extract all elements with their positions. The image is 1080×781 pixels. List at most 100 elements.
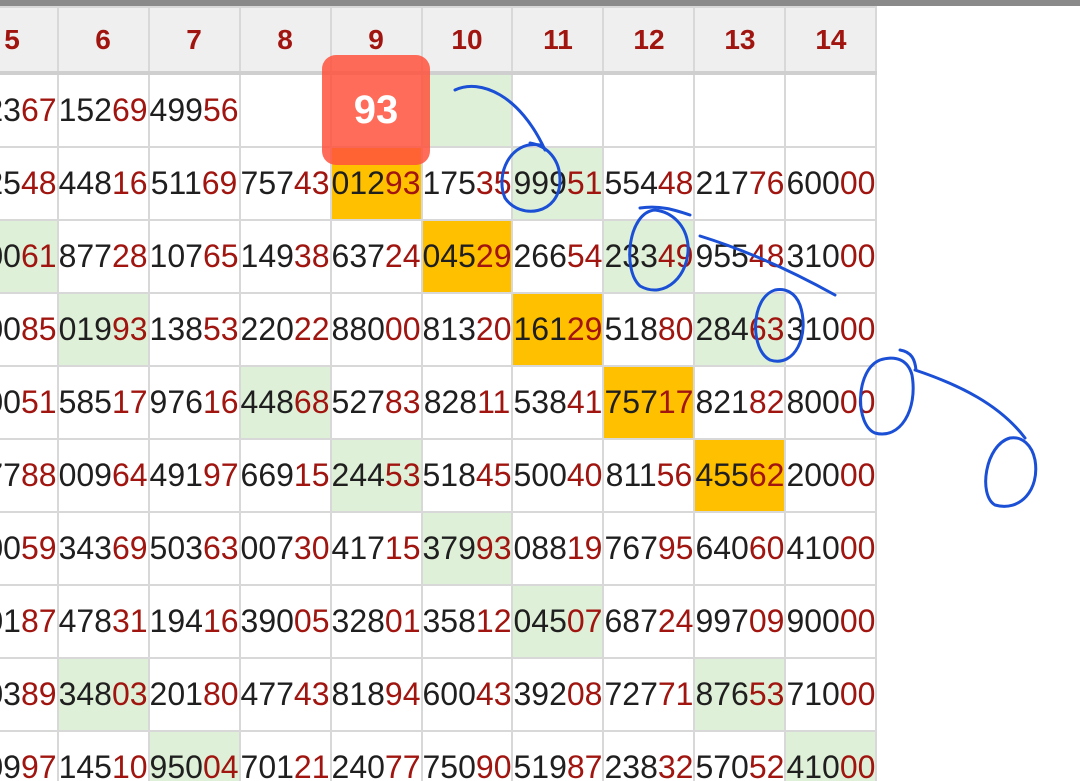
table-cell[interactable]: 50363 xyxy=(147,511,241,586)
table-cell[interactable]: 31000 xyxy=(784,292,878,367)
table-cell[interactable]: 00964 xyxy=(56,438,150,513)
table-cell[interactable]: 66915 xyxy=(238,438,332,513)
table-cell[interactable]: 71000 xyxy=(784,657,878,732)
table-cell[interactable]: 37993 xyxy=(420,511,514,586)
table-cell[interactable]: 68724 xyxy=(602,584,696,659)
table-cell[interactable]: 60000 xyxy=(784,146,878,221)
table-cell[interactable]: 82182 xyxy=(693,365,787,440)
table-cell[interactable]: 75717 xyxy=(602,365,696,440)
table-cell[interactable]: 20059 xyxy=(0,511,59,586)
table-cell[interactable]: 51987 xyxy=(511,730,605,781)
table-cell[interactable]: 44816 xyxy=(56,146,150,221)
table-cell[interactable]: 51880 xyxy=(602,292,696,367)
table-cell[interactable]: 22022 xyxy=(238,292,332,367)
table-cell[interactable]: 31000 xyxy=(784,219,878,294)
table-cell[interactable]: 23349 xyxy=(602,219,696,294)
table-cell[interactable]: 39005 xyxy=(238,584,332,659)
table-cell[interactable]: 14510 xyxy=(56,730,150,781)
table-cell[interactable]: 70121 xyxy=(238,730,332,781)
table-cell[interactable] xyxy=(602,72,696,148)
table-cell[interactable] xyxy=(238,72,332,148)
table-cell[interactable]: 52783 xyxy=(329,365,423,440)
table-cell[interactable]: 81320 xyxy=(420,292,514,367)
table-cell[interactable]: 58517 xyxy=(56,365,150,440)
table-cell[interactable]: 57052 xyxy=(693,730,787,781)
table-cell[interactable]: 64060 xyxy=(693,511,787,586)
table-cell[interactable]: 51845 xyxy=(420,438,514,513)
table-cell[interactable]: 47743 xyxy=(238,657,332,732)
table-cell[interactable]: 10061 xyxy=(0,219,59,294)
table-cell[interactable]: 44868 xyxy=(238,365,332,440)
table-cell[interactable]: 23832 xyxy=(602,730,696,781)
table-cell[interactable] xyxy=(693,72,787,148)
table-cell[interactable]: 30085 xyxy=(0,292,59,367)
table-cell[interactable]: 49956 xyxy=(147,72,241,148)
highlight-badge[interactable]: 93 xyxy=(322,55,430,165)
table-cell[interactable]: 51169 xyxy=(147,146,241,221)
table-cell[interactable]: 75743 xyxy=(238,146,332,221)
table-cell[interactable]: 47831 xyxy=(56,584,150,659)
table-cell[interactable]: 16129 xyxy=(511,292,605,367)
table-cell[interactable]: 15269 xyxy=(56,72,150,148)
table-cell[interactable]: 24077 xyxy=(329,730,423,781)
table-cell[interactable]: 39208 xyxy=(511,657,605,732)
table-cell[interactable]: 53841 xyxy=(511,365,605,440)
table-cell[interactable]: 26654 xyxy=(511,219,605,294)
table-cell[interactable]: 97616 xyxy=(147,365,241,440)
table-cell[interactable]: 10051 xyxy=(0,365,59,440)
table-cell[interactable]: 19416 xyxy=(147,584,241,659)
table-cell[interactable]: 95548 xyxy=(693,219,787,294)
table-cell[interactable]: 30187 xyxy=(0,584,59,659)
table-cell[interactable]: 75090 xyxy=(420,730,514,781)
table-cell[interactable]: 87728 xyxy=(56,219,150,294)
table-cell[interactable]: 35812 xyxy=(420,584,514,659)
table-cell[interactable]: 50040 xyxy=(511,438,605,513)
table-cell[interactable]: 81894 xyxy=(329,657,423,732)
table-cell[interactable]: 76795 xyxy=(602,511,696,586)
table-cell[interactable]: 20180 xyxy=(147,657,241,732)
results-grid-viewport[interactable]: 4567891011121314 12367152694995632548448… xyxy=(0,0,1080,781)
table-cell[interactable]: 34803 xyxy=(56,657,150,732)
table-cell[interactable] xyxy=(784,72,878,148)
table-cell[interactable]: 32548 xyxy=(0,146,59,221)
table-cell[interactable]: 80000 xyxy=(784,365,878,440)
table-cell[interactable]: 01993 xyxy=(56,292,150,367)
table-cell[interactable]: 04507 xyxy=(511,584,605,659)
table-cell[interactable]: 82811 xyxy=(420,365,514,440)
table-cell[interactable]: 40389 xyxy=(0,657,59,732)
table-cell[interactable]: 41715 xyxy=(329,511,423,586)
table-cell[interactable]: 27788 xyxy=(0,438,59,513)
table-cell[interactable]: 60043 xyxy=(420,657,514,732)
table-cell[interactable]: 99951 xyxy=(511,146,605,221)
table-cell[interactable]: 41000 xyxy=(784,511,878,586)
table-cell[interactable]: 32801 xyxy=(329,584,423,659)
table-cell[interactable]: 72771 xyxy=(602,657,696,732)
table-cell[interactable] xyxy=(511,72,605,148)
table-cell[interactable]: 12367 xyxy=(0,72,59,148)
table-cell[interactable]: 41000 xyxy=(784,730,878,781)
table-cell[interactable]: 81156 xyxy=(602,438,696,513)
table-cell[interactable]: 00730 xyxy=(238,511,332,586)
table-cell[interactable]: 20000 xyxy=(784,438,878,513)
table-cell[interactable]: 87653 xyxy=(693,657,787,732)
table-cell[interactable]: 17535 xyxy=(420,146,514,221)
table-cell[interactable]: 99709 xyxy=(693,584,787,659)
table-cell[interactable]: 08819 xyxy=(511,511,605,586)
table-cell[interactable]: 34369 xyxy=(56,511,150,586)
table-cell[interactable]: 13853 xyxy=(147,292,241,367)
table-cell[interactable]: 95004 xyxy=(147,730,241,781)
table-cell[interactable]: 55448 xyxy=(602,146,696,221)
table-cell[interactable]: 24453 xyxy=(329,438,423,513)
table-cell[interactable]: 45562 xyxy=(693,438,787,513)
table-cell[interactable]: 63724 xyxy=(329,219,423,294)
table-cell[interactable]: 88000 xyxy=(329,292,423,367)
table-cell[interactable] xyxy=(420,72,514,148)
table-cell[interactable]: 90000 xyxy=(784,584,878,659)
table-cell[interactable]: 49197 xyxy=(147,438,241,513)
table-cell[interactable]: 28463 xyxy=(693,292,787,367)
table-cell[interactable]: 21776 xyxy=(693,146,787,221)
table-cell[interactable]: 10765 xyxy=(147,219,241,294)
table-cell[interactable]: 20997 xyxy=(0,730,59,781)
table-cell[interactable]: 14938 xyxy=(238,219,332,294)
table-cell[interactable]: 04529 xyxy=(420,219,514,294)
